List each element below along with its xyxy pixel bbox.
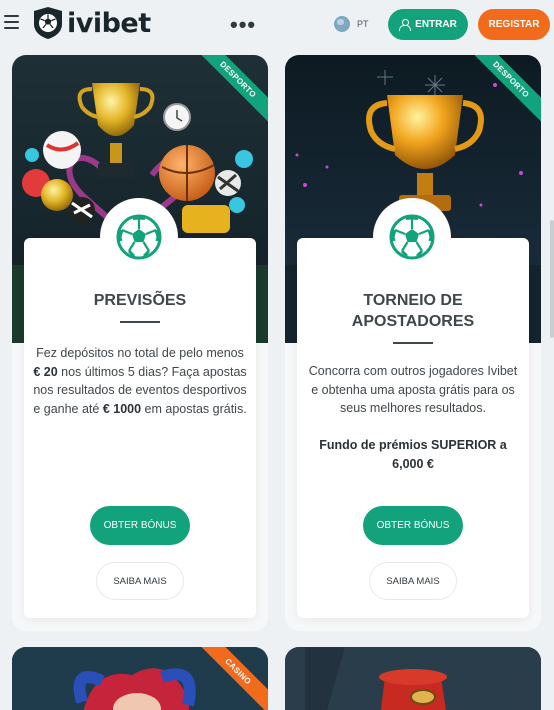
register-button[interactable]: REGISTAR: [478, 9, 550, 40]
language-selector[interactable]: PT: [334, 16, 369, 32]
desc-text: em apostas grátis.: [141, 401, 247, 416]
promo-description: Concorra com outros jogadores Ivibet e o…: [308, 364, 518, 415]
promo-image-hatter: [285, 647, 541, 710]
soccer-ball-icon: [116, 214, 162, 260]
scrollbar[interactable]: [550, 220, 554, 338]
menu-icon[interactable]: [4, 15, 19, 29]
language-code: PT: [357, 19, 369, 29]
promo-card-torneio: DESPORTO TORNEIO DE APOSTADORES Concorra…: [285, 55, 541, 631]
learn-more-button[interactable]: SAIBA MAIS: [369, 562, 457, 600]
promo-title-line2: APOSTADORES: [351, 313, 475, 330]
title-divider: [393, 342, 433, 344]
ball-badge: [100, 198, 178, 276]
globe-icon: [334, 16, 350, 32]
desc-text: Fez depósitos no total de pelo menos: [36, 346, 244, 360]
promo-card-casino-2[interactable]: [285, 647, 541, 710]
get-bonus-button[interactable]: OBTER BÓNUS: [90, 506, 190, 545]
promo-title: TORNEIO DE APOSTADORES: [297, 290, 529, 332]
desc-amount: € 20: [33, 364, 58, 379]
login-label: ENTRAR: [415, 19, 457, 30]
promo-description: Fez depósitos no total de pelo menos € 2…: [32, 344, 248, 418]
more-options-icon[interactable]: •••: [230, 12, 256, 38]
get-bonus-button[interactable]: OBTER BÓNUS: [363, 506, 463, 545]
logo[interactable]: ivibet: [32, 5, 151, 41]
login-button[interactable]: ENTRAR: [388, 9, 468, 40]
soccer-ball-icon: [389, 214, 435, 260]
logo-text: ivibet: [67, 7, 151, 39]
desc-prize: € 1000: [102, 401, 142, 416]
promo-title-line1: TORNEIO DE: [363, 292, 463, 309]
promo-title: PREVISÕES: [93, 292, 187, 309]
logo-shield-icon: [34, 7, 62, 39]
top-header: ivibet ••• PT ENTRAR REGISTAR: [0, 0, 554, 50]
learn-more-button[interactable]: SAIBA MAIS: [96, 562, 184, 600]
title-divider: [120, 321, 160, 323]
user-icon: [399, 19, 412, 31]
promo-card-previsoes: DESPORTO PREVISÕES Fez depósitos no tota…: [12, 55, 268, 631]
promo-card-casino[interactable]: CASINO: [12, 647, 268, 710]
prize-fund: Fundo de prémios SUPERIOR a 6,000 €: [319, 438, 507, 471]
ball-badge: [373, 198, 451, 276]
